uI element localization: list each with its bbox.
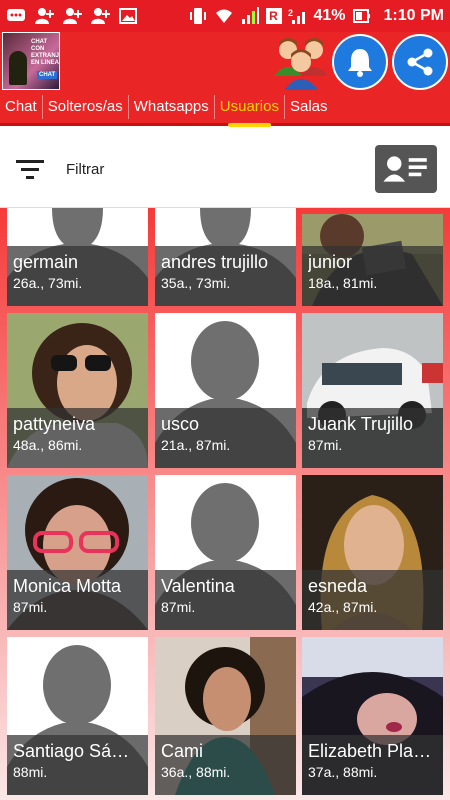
user-name: Cami [161, 741, 204, 761]
user-meta: 36a., 88mi. [161, 764, 231, 780]
user-info: Elizabeth Pla… 37a., 88mi. [302, 735, 443, 795]
user-name: junior [308, 252, 353, 272]
user-name: germain [13, 252, 79, 272]
user-card[interactable]: germain 26a., 73mi. [7, 208, 148, 306]
tab-solteros[interactable]: Solteros/as [41, 94, 128, 119]
tab-whatsapps[interactable]: Whatsapps [127, 94, 214, 119]
user-info: andres trujillo 35a., 73mi. [155, 246, 296, 306]
user-name: Valentina [161, 576, 235, 596]
user-meta: 88mi. [13, 764, 48, 780]
user-card[interactable]: pattyneiva 48a., 86mi. [7, 313, 148, 468]
battery-icon [352, 7, 372, 25]
user-card[interactable]: Elizabeth Pla… 37a., 88mi. [302, 637, 443, 795]
add-user-notification-icon [62, 7, 82, 25]
user-card[interactable]: Santiago Sá… 88mi. [7, 637, 148, 795]
user-meta: 87mi. [13, 599, 48, 615]
user-meta: 18a., 81mi. [308, 275, 378, 291]
user-info: Juank Trujillo 87mi. [302, 408, 443, 468]
notifications-button[interactable] [332, 34, 388, 90]
tab-usuarios[interactable]: Usuarios [213, 94, 284, 127]
battery-percent: 41% [313, 7, 346, 24]
user-meta: 42a., 87mi. [308, 599, 378, 615]
user-info: junior 18a., 81mi. [302, 246, 443, 306]
user-meta: 21a., 87mi. [161, 437, 231, 453]
logo-silhouette [9, 51, 27, 85]
user-card[interactable]: Monica Motta 87mi. [7, 475, 148, 630]
share-icon [407, 48, 433, 76]
user-name: Juank Trujillo [308, 414, 414, 434]
user-card[interactable]: junior 18a., 81mi. [302, 214, 443, 306]
user-card[interactable]: Juank Trujillo 87mi. [302, 313, 443, 468]
people-icon[interactable] [270, 32, 332, 90]
user-meta: 87mi. [308, 437, 343, 453]
user-name: Elizabeth Pla… [308, 741, 432, 761]
chat-notification-icon [6, 7, 26, 25]
user-info: pattyneiva 48a., 86mi. [7, 408, 148, 468]
roaming-badge: R [265, 8, 282, 24]
user-info: Monica Motta 87mi. [7, 570, 148, 630]
user-name: Santiago Sá… [13, 741, 130, 761]
user-info: usco 21a., 87mi. [155, 408, 296, 468]
share-button[interactable] [392, 34, 448, 90]
user-card[interactable]: andres trujillo 35a., 73mi. [155, 208, 296, 306]
filter-icon[interactable] [16, 158, 44, 180]
vibrate-icon [188, 7, 208, 25]
signal-strength-icon: 2 [288, 7, 308, 25]
user-info: Santiago Sá… 88mi. [7, 735, 148, 795]
tab-bar: Chat Solteros/as Whatsapps Usuarios Sala… [0, 90, 450, 127]
user-grid: germain 26a., 73mi. andres trujillo 35a.… [0, 208, 450, 800]
tab-salas[interactable]: Salas [283, 94, 333, 119]
logo-text: CHAT CON EXTRANJEROS EN LINEA [31, 39, 60, 66]
user-card[interactable]: usco 21a., 87mi. [155, 313, 296, 468]
user-info: germain 26a., 73mi. [7, 246, 148, 306]
filter-label[interactable]: Filtrar [66, 161, 104, 178]
clock: 1:10 PM [383, 7, 444, 24]
user-name: andres trujillo [161, 252, 269, 272]
user-info: Cami 36a., 88mi. [155, 735, 296, 795]
user-meta: 87mi. [161, 599, 196, 615]
user-meta: 37a., 88mi. [308, 764, 378, 780]
user-name: usco [161, 414, 200, 434]
user-name: esneda [308, 576, 368, 596]
user-info: Valentina 87mi. [155, 570, 296, 630]
user-meta: 48a., 86mi. [13, 437, 83, 453]
user-meta: 26a., 73mi. [13, 275, 83, 291]
user-card[interactable]: Valentina 87mi. [155, 475, 296, 630]
user-info: esneda 42a., 87mi. [302, 570, 443, 630]
user-name: pattyneiva [13, 414, 96, 434]
logo-chat-badge: CHAT [37, 71, 58, 79]
image-notification-icon [118, 7, 138, 25]
wifi-icon [214, 7, 234, 25]
app-bar: CHAT CON EXTRANJEROS EN LINEA CHAT [0, 32, 450, 90]
user-card[interactable]: esneda 42a., 87mi. [302, 475, 443, 630]
svg-text:2: 2 [288, 8, 293, 18]
user-meta: 35a., 73mi. [161, 275, 231, 291]
user-card[interactable]: Cami 36a., 88mi. [155, 637, 296, 795]
status-bar: R 2 41% 1:10 PM [0, 0, 450, 32]
add-user-notification-icon [34, 7, 54, 25]
user-name: Monica Motta [13, 576, 122, 596]
signal-icon [240, 7, 260, 25]
bell-icon [348, 49, 372, 77]
add-user-notification-icon [90, 7, 110, 25]
filter-bar: Filtrar [0, 130, 450, 208]
tab-chat[interactable]: Chat [0, 95, 42, 119]
profile-card-button[interactable] [375, 145, 437, 193]
contact-card-icon [383, 156, 427, 182]
app-logo[interactable]: CHAT CON EXTRANJEROS EN LINEA CHAT [2, 32, 60, 90]
